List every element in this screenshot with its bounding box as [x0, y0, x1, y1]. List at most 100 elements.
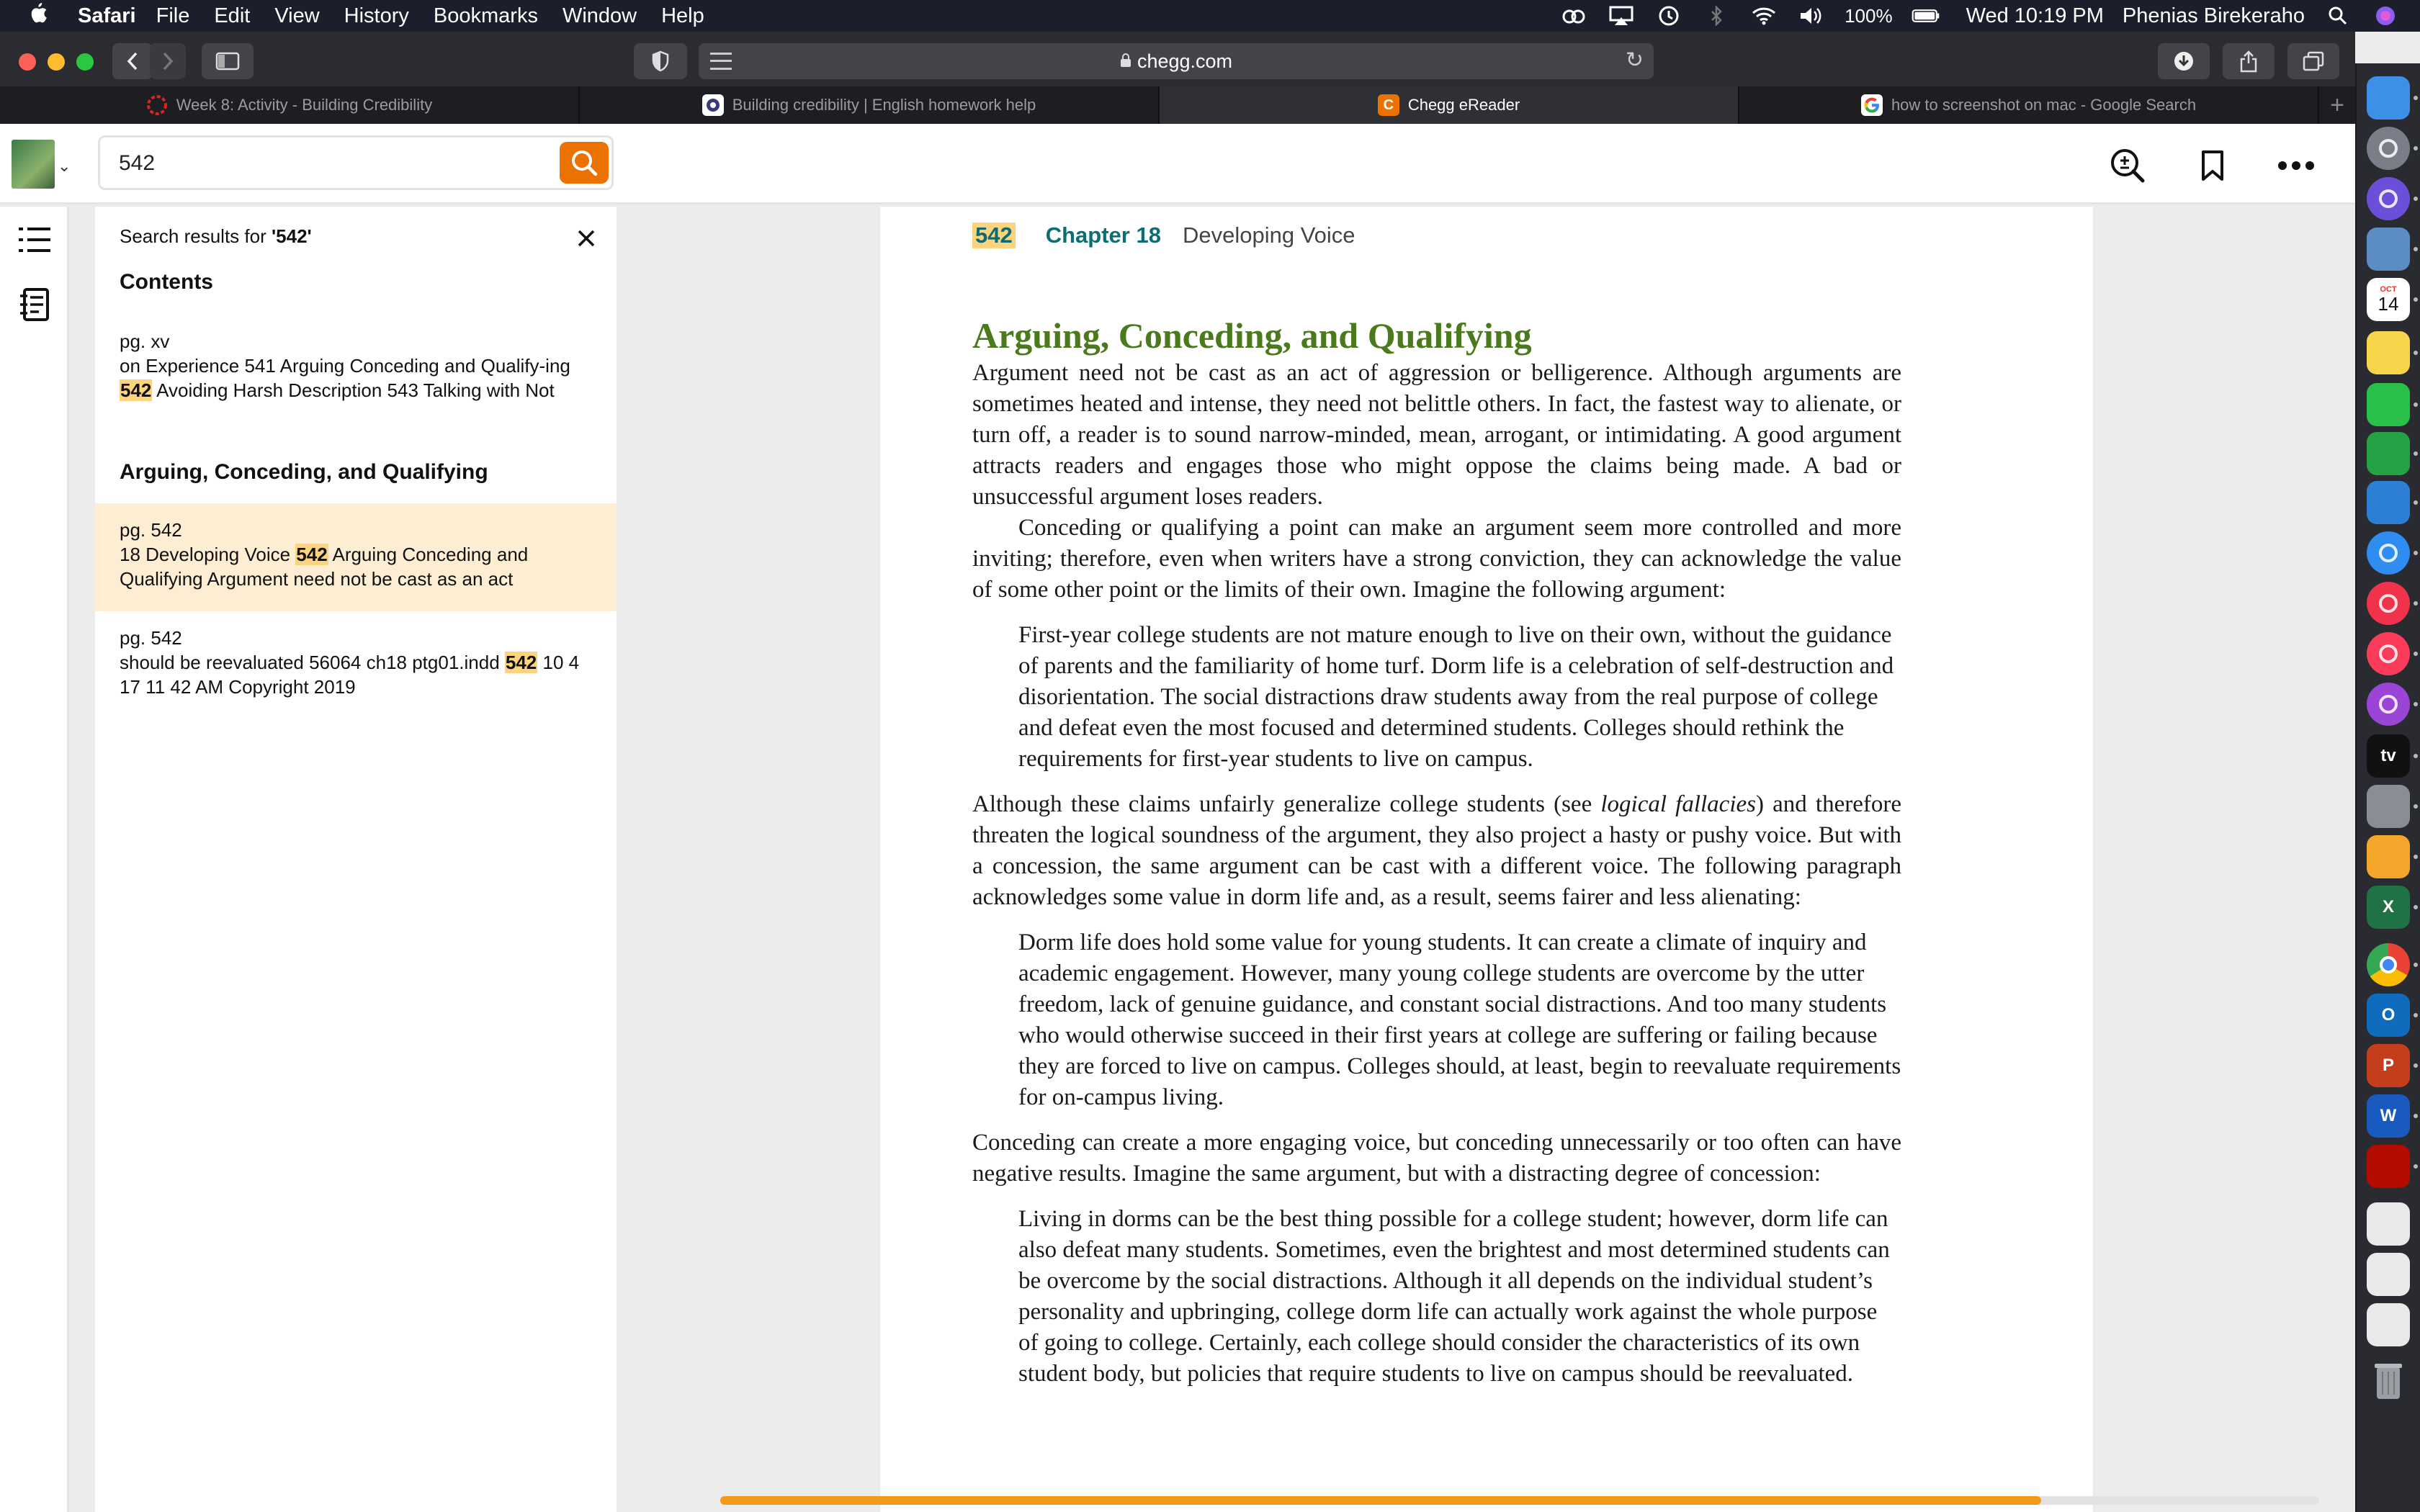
siri-icon[interactable] — [2367, 177, 2410, 220]
close-window-button[interactable] — [19, 53, 36, 71]
music-icon[interactable] — [2367, 632, 2410, 675]
tab-overview-button[interactable] — [2287, 43, 2339, 79]
outlook-icon[interactable]: O — [2367, 994, 2410, 1037]
menu-app-name[interactable]: Safari — [78, 4, 136, 28]
clock[interactable]: Wed 10:19 PM — [1966, 4, 2104, 28]
contents-heading: Contents — [120, 270, 213, 294]
chegg-icon: C — [1377, 94, 1399, 116]
keynote-icon[interactable] — [2367, 481, 2410, 524]
search-button[interactable] — [560, 142, 609, 184]
wifi-icon[interactable] — [1749, 5, 1778, 27]
tab-bar: Week 8: Activity - Building Credibility … — [0, 86, 2355, 124]
reader-view-icon[interactable] — [710, 53, 732, 70]
book-cover-thumbnail[interactable] — [12, 140, 55, 189]
notebook-button[interactable] — [16, 286, 53, 323]
menu-file[interactable]: File — [156, 4, 190, 28]
downloads-button[interactable] — [2158, 43, 2210, 79]
chrome-icon[interactable] — [2367, 943, 2410, 986]
privacy-report-button[interactable] — [634, 43, 687, 79]
tab-google-search[interactable]: how to screenshot on mac - Google Search — [1739, 86, 2319, 124]
powerpoint-icon[interactable]: P — [2367, 1044, 2410, 1087]
trash-icon[interactable] — [2367, 1359, 2410, 1403]
tab-title: Chegg eReader — [1407, 96, 1520, 114]
running-indicator — [2414, 351, 2418, 355]
chevron-down-icon[interactable]: ⌄ — [58, 157, 71, 176]
section-title: Arguing, Conceding, and Qualifying — [972, 315, 1532, 356]
running-indicator — [2414, 146, 2418, 150]
running-indicator — [2414, 804, 2418, 809]
numbers-icon[interactable] — [2367, 432, 2410, 475]
menu-history[interactable]: History — [344, 4, 409, 28]
search-result-item-selected[interactable]: pg. 542 18 Developing Voice 542 Arguing … — [95, 503, 617, 611]
fullscreen-window-button[interactable] — [76, 53, 94, 71]
battery-icon[interactable] — [1912, 5, 1940, 27]
podcasts-icon[interactable] — [2367, 683, 2410, 726]
launchpad-icon[interactable] — [2367, 127, 2410, 170]
sidebar-toggle-button[interactable] — [202, 43, 254, 79]
notes-icon[interactable] — [2367, 331, 2410, 374]
volume-icon[interactable] — [1797, 5, 1826, 27]
facetime-icon[interactable] — [2367, 383, 2410, 426]
search-input[interactable] — [119, 146, 565, 181]
document-thumb-icon[interactable] — [2367, 1253, 2410, 1296]
share-button[interactable] — [2223, 43, 2275, 79]
reading-progress-fill — [720, 1496, 2041, 1505]
word-icon[interactable]: W — [2367, 1094, 2410, 1138]
time-machine-icon[interactable] — [1654, 5, 1683, 27]
tab-week8-activity[interactable]: Week 8: Activity - Building Credibility — [0, 86, 580, 124]
news-icon[interactable] — [2367, 582, 2410, 625]
more-options-button[interactable] — [2276, 145, 2316, 186]
zoom-button[interactable] — [2107, 145, 2148, 186]
menu-help[interactable]: Help — [661, 4, 704, 28]
bookmark-button[interactable] — [2192, 145, 2233, 186]
tab-chegg-ereader[interactable]: C Chegg eReader — [1160, 86, 1739, 124]
forward-button[interactable] — [150, 43, 186, 79]
calendar-icon[interactable]: OCT 14 — [2367, 278, 2410, 321]
reader-side-rail — [0, 207, 69, 1512]
minimize-window-button[interactable] — [48, 53, 65, 71]
preview-icon[interactable] — [2367, 228, 2410, 271]
document-thumb-icon[interactable] — [2367, 1202, 2410, 1246]
spotlight-icon[interactable] — [2323, 5, 2352, 27]
menu-edit[interactable]: Edit — [214, 4, 250, 28]
excel-icon[interactable]: X — [2367, 886, 2410, 929]
bluetooth-icon[interactable] — [1702, 5, 1731, 27]
menu-bookmarks[interactable]: Bookmarks — [434, 4, 538, 28]
back-button[interactable] — [112, 43, 153, 79]
new-tab-button[interactable]: + — [2319, 86, 2355, 124]
appletv-icon[interactable]: tv — [2367, 734, 2410, 778]
table-of-contents-button[interactable] — [16, 221, 53, 258]
example-quote: Dorm life does hold some value for young… — [1018, 930, 1901, 1110]
result-snippet: 18 Developing Voice 542 Arguing Concedin… — [120, 544, 529, 590]
reload-icon[interactable]: ↻ — [1626, 48, 1644, 73]
airplay-icon[interactable] — [1607, 5, 1636, 27]
glossary-term: logical fallacies — [1600, 791, 1756, 817]
close-search-button[interactable] — [572, 224, 601, 253]
reading-progress-bar[interactable] — [720, 1496, 2319, 1505]
reading-area[interactable]: 542 Chapter 18 Developing Voice Arguing,… — [619, 207, 2355, 1512]
search-result-item[interactable]: pg. 542 should be reevaluated 56064 ch18… — [95, 611, 617, 714]
running-indicator — [2414, 601, 2418, 606]
menu-view[interactable]: View — [274, 4, 319, 28]
tab-building-credibility[interactable]: Building credibility | English homework … — [580, 86, 1160, 124]
finder-icon[interactable] — [2367, 76, 2410, 120]
result-page: pg. 542 — [120, 519, 182, 541]
apple-menu-icon[interactable] — [27, 1, 60, 30]
running-indicator — [2414, 1063, 2418, 1068]
safari-icon[interactable] — [2367, 531, 2410, 575]
siri-menu-icon[interactable] — [2371, 5, 2400, 27]
running-indicator — [2414, 1114, 2418, 1118]
menu-window[interactable]: Window — [563, 4, 637, 28]
document-thumb-icon[interactable] — [2367, 1303, 2410, 1346]
system-preferences-icon[interactable] — [2367, 785, 2410, 828]
search-icon — [572, 150, 598, 176]
url-text: chegg.com — [1137, 50, 1233, 72]
paragraph: Conceding can create a more engaging voi… — [972, 1130, 1901, 1187]
user-name[interactable]: Phenias Birekeraho — [2123, 4, 2305, 28]
search-result-item[interactable]: pg. xv on Experience 541 Arguing Concedi… — [95, 315, 617, 417]
photos-icon[interactable] — [2367, 835, 2410, 878]
acrobat-icon[interactable] — [2367, 1145, 2410, 1188]
creative-cloud-icon[interactable] — [1559, 5, 1588, 27]
google-icon — [1860, 94, 1883, 116]
address-bar[interactable]: chegg.com ↻ — [699, 43, 1654, 79]
